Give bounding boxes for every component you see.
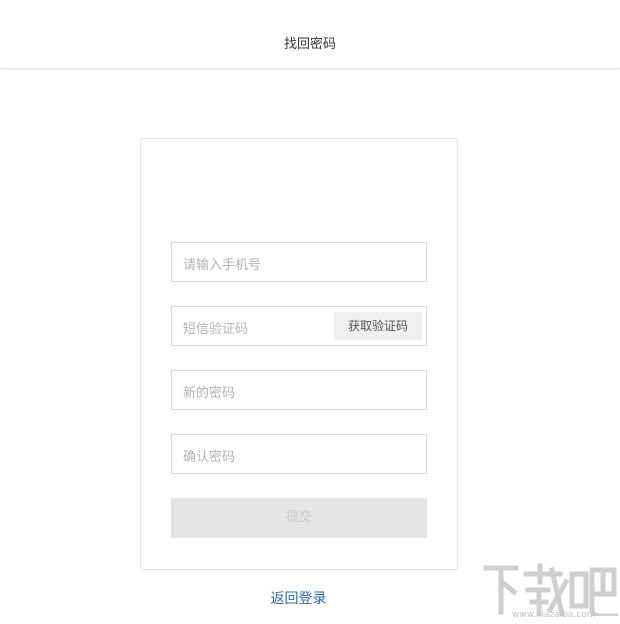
submit-button[interactable]: 提交 [171, 498, 427, 538]
sms-code-input[interactable]: 短信验证码 获取验证码 [171, 306, 427, 346]
confirm-password-input[interactable]: 确认密码 [171, 434, 427, 474]
watermark-text: www.xiazaiba.com [512, 610, 596, 620]
confirm-password-placeholder: 确认密码 [183, 450, 236, 465]
page-title: 找回密码 [283, 37, 336, 52]
get-code-button[interactable]: 获取验证码 [334, 312, 422, 340]
reset-password-card: 请输入手机号 短信验证码 获取验证码 新的密码 确认密码 提交 [140, 138, 458, 570]
phone-placeholder: 请输入手机号 [183, 258, 262, 273]
xiazaiba-logo-icon: www.xiazaiba.com [482, 560, 620, 624]
new-password-input[interactable]: 新的密码 [171, 370, 427, 410]
new-password-placeholder: 新的密码 [183, 386, 236, 401]
top-header: 找回密码 [0, 0, 620, 69]
phone-input[interactable]: 请输入手机号 [171, 242, 427, 282]
sms-code-placeholder: 短信验证码 [183, 322, 249, 337]
